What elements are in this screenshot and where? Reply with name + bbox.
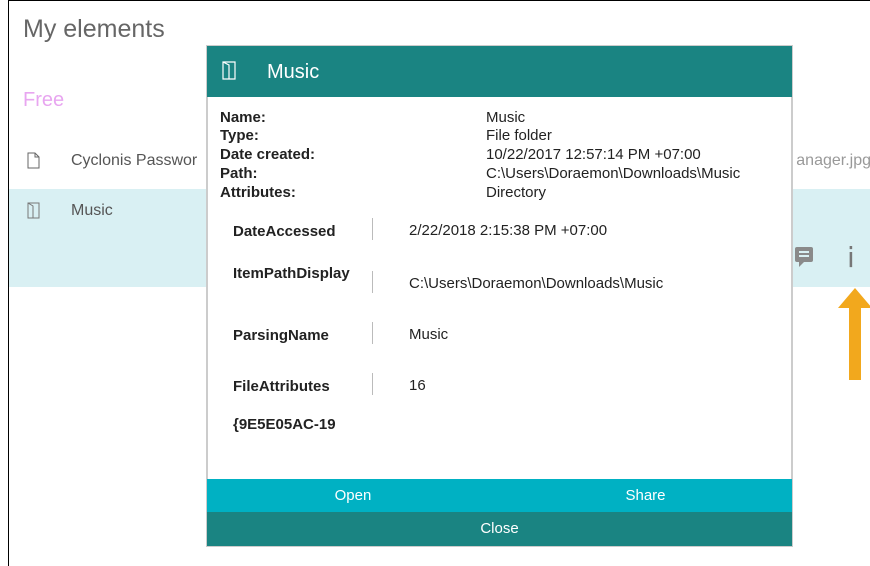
- open-button[interactable]: Open: [207, 479, 499, 512]
- detail-label: FileAttributes: [233, 378, 330, 395]
- prop-label-name: Name:: [220, 109, 266, 126]
- prop-value-path: C:\Users\Doraemon\Downloads\Music: [486, 165, 741, 182]
- comment-icon[interactable]: [795, 247, 813, 267]
- prop-label-type: Type:: [220, 127, 259, 144]
- folder-icon: [27, 202, 40, 219]
- prop-value-attributes: Directory: [486, 184, 547, 201]
- page-title: My elements: [23, 15, 165, 43]
- dialog-button-bar: Open Share: [207, 479, 792, 512]
- close-button[interactable]: Close: [207, 512, 792, 546]
- detail-separator: [372, 373, 373, 395]
- detail-value: C:\Users\Doraemon\Downloads\Music: [409, 275, 664, 292]
- prop-value-type: File folder: [486, 127, 552, 144]
- share-button[interactable]: Share: [499, 479, 792, 512]
- detail-value: 16: [409, 377, 426, 394]
- detail-label: ParsingName: [233, 327, 329, 344]
- folder-icon: [222, 61, 236, 80]
- detail-separator: [372, 271, 373, 293]
- prop-label-path: Path:: [220, 165, 258, 182]
- dialog-header: Music: [207, 46, 792, 97]
- prop-value-date-created: 10/22/2017 12:57:14 PM +07:00: [486, 146, 701, 163]
- detail-separator: [372, 218, 373, 240]
- detail-label: {9E5E05AC-19: [233, 416, 336, 433]
- detail-label: ItemPathDisplay: [233, 265, 350, 282]
- detail-value: 2/22/2018 2:15:38 PM +07:00: [409, 222, 608, 239]
- detail-separator: [372, 322, 373, 344]
- arrow-up-icon: [838, 288, 870, 380]
- prop-label-date-created: Date created:: [220, 146, 316, 163]
- section-free-label: Free: [23, 89, 65, 111]
- file-icon: [27, 152, 40, 169]
- detail-label: DateAccessed: [233, 223, 336, 240]
- list-item-filename: anager.jpg: [796, 152, 870, 169]
- prop-value-name: Music: [486, 109, 526, 126]
- prop-label-attributes: Attributes:: [220, 184, 296, 201]
- properties-dialog: Music Name: Music Type: File folder Date…: [207, 46, 792, 546]
- info-icon[interactable]: i: [847, 241, 855, 274]
- list-item-name: Cyclonis Passwor: [71, 152, 198, 169]
- detail-value: Music: [409, 326, 449, 343]
- dialog-body[interactable]: Name: Music Type: File folder Date creat…: [207, 97, 792, 479]
- dialog-title: Music: [267, 61, 320, 83]
- list-item-name: Music: [71, 202, 113, 219]
